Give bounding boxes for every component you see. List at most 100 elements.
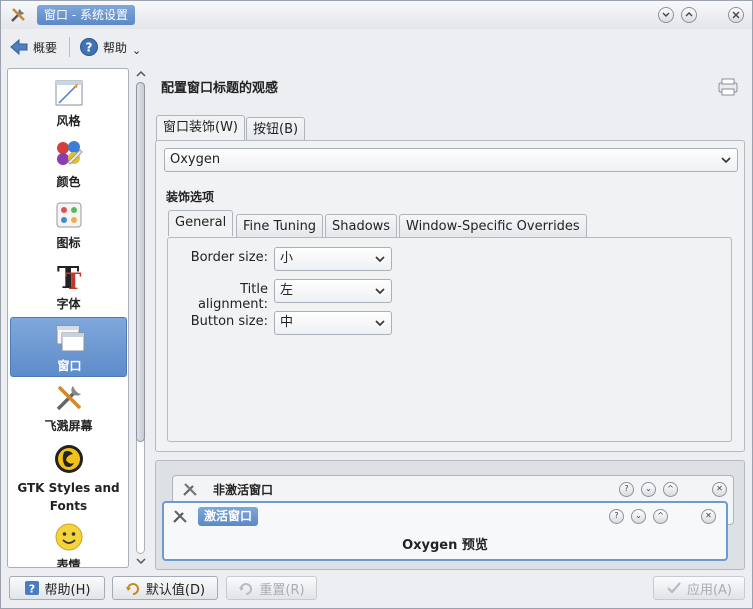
help-button-label: 帮助(H) (44, 582, 91, 598)
tab-window-specific-overrides[interactable]: Window-Specific Overrides (399, 214, 587, 238)
chevron-up-icon: ^ (653, 509, 668, 524)
page-title: 配置窗口标题的观感 (161, 81, 279, 96)
sidebar-item-label: 风格 (56, 114, 81, 128)
maximize-button[interactable] (681, 7, 697, 23)
decoration-select[interactable]: Oxygen (164, 148, 738, 172)
sidebar-item-gtk[interactable]: GTK Styles and Fonts (10, 439, 127, 515)
scroll-thumb[interactable] (136, 82, 145, 442)
help-icon: ? (619, 482, 634, 497)
tools-icon (173, 510, 187, 523)
border-size-select[interactable]: 小 (274, 247, 392, 271)
button-size-select[interactable]: 中 (274, 311, 392, 335)
back-arrow-icon (10, 38, 28, 56)
sidebar-scrollbar[interactable] (132, 68, 150, 568)
overview-label: 概要 (33, 40, 58, 55)
sidebar-item-label: GTK Styles and Fonts (17, 481, 120, 513)
decoration-select-value: Oxygen (170, 152, 221, 167)
system-settings-window: 窗口 - 系统设置 概要 ? 帮助 ⌄ 风格 颜色 图标 T T 字体 窗口 飞… (0, 0, 753, 609)
sidebar-item-splash-screen[interactable]: 飞溅屏幕 (10, 378, 127, 438)
gtk-icon (55, 445, 83, 473)
tab-shadows[interactable]: Shadows (325, 214, 398, 238)
reset-button[interactable]: 重置(R) (226, 576, 317, 600)
tab-buttons[interactable]: 按钮(B) (246, 117, 306, 141)
help-label: 帮助 (103, 40, 128, 55)
inactive-window-title: 非激活窗口 (213, 483, 274, 497)
chevron-down-icon (375, 256, 385, 263)
title-alignment-label: Title alignment: (197, 282, 268, 312)
border-size-value: 小 (280, 251, 294, 266)
font-icon: T T (57, 261, 82, 292)
sidebar-item-label: 飞溅屏幕 (44, 419, 93, 433)
button-size-label: Button size: (190, 314, 268, 329)
reset-button-label: 重置(R) (259, 582, 305, 598)
scroll-up-icon[interactable] (135, 69, 147, 79)
close-icon (732, 11, 740, 19)
chevron-up-icon (685, 12, 693, 17)
toolbar: 概要 ? 帮助 ⌄ (1, 29, 752, 65)
title-alignment-value: 左 (280, 283, 294, 298)
defaults-button[interactable]: 默认值(D) (112, 576, 218, 600)
icons-icon (56, 202, 82, 228)
splash-screen-icon (56, 385, 82, 411)
sidebar-item-label: 字体 (56, 297, 81, 311)
sidebar-item-colors[interactable]: 颜色 (10, 134, 127, 194)
checkmark-icon (667, 582, 681, 594)
border-size-label: Border size: (190, 250, 268, 265)
sidebar-item-window[interactable]: 窗口 (10, 317, 127, 377)
preview-caption: Oxygen 预览 (402, 538, 488, 553)
close-icon: ✕ (701, 509, 716, 524)
sidebar-item-style[interactable]: 风格 (10, 73, 127, 133)
sidebar-item-icons[interactable]: 图标 (10, 195, 127, 255)
chevron-down-icon (375, 288, 385, 295)
svg-text:?: ? (28, 583, 34, 596)
title-bar[interactable]: 窗口 - 系统设置 (1, 1, 752, 29)
chevron-down-icon: ⌄ (631, 509, 646, 524)
sidebar-item-label: 颜色 (56, 175, 81, 189)
scroll-down-icon[interactable] (135, 556, 147, 566)
style-icon (55, 80, 83, 106)
help-icon: ? (609, 509, 624, 524)
chevron-up-icon: ^ (663, 482, 678, 497)
svg-text:?: ? (86, 41, 93, 55)
window-title: 窗口 - 系统设置 (37, 5, 135, 25)
close-button[interactable] (728, 7, 744, 23)
active-window-title: 激活窗口 (198, 507, 259, 526)
category-sidebar[interactable]: 风格 颜色 图标 T T 字体 窗口 飞溅屏幕 GTK Styles and F… (7, 68, 129, 568)
general-panel: Border size: 小 Title alignment: 左 Button… (167, 237, 732, 442)
decoration-panel: Oxygen 装饰选项 General Fine Tuning Shadows … (155, 140, 745, 452)
help-menu-button[interactable]: ? 帮助 ⌄ (79, 35, 141, 59)
reset-arrow-icon (125, 583, 139, 595)
tools-icon[interactable] (9, 6, 27, 24)
overview-button[interactable]: 概要 (9, 35, 57, 59)
title-alignment-select[interactable]: 左 (274, 279, 392, 303)
tab-general[interactable]: General (168, 210, 234, 236)
button-size-value: 中 (280, 315, 294, 330)
minimize-button[interactable] (658, 7, 674, 23)
tab-window-decorations[interactable]: 窗口装饰(W) (156, 115, 245, 141)
apply-button[interactable]: 应用(A) (653, 576, 745, 600)
tools-icon (183, 483, 197, 496)
close-icon: ✕ (712, 482, 727, 497)
toolbar-separator (69, 37, 70, 57)
decoration-preview: 非激活窗口 ? ⌄ ^ ✕ 激活窗口 ? ⌄ ^ ✕ Oxygen 预览 (155, 460, 745, 570)
svg-text:T: T (65, 269, 82, 292)
color-palette-icon (57, 141, 83, 165)
help-icon: ? (80, 38, 98, 56)
window-icon (56, 325, 85, 352)
chevron-down-icon: ⌄ (132, 43, 142, 57)
sidebar-item-fonts[interactable]: T T 字体 (10, 256, 127, 316)
emoticon-icon (55, 523, 83, 551)
sidebar-item-label: 图标 (56, 236, 81, 250)
undo-icon (239, 583, 253, 595)
tab-fine-tuning[interactable]: Fine Tuning (236, 214, 324, 238)
chevron-down-icon (721, 157, 731, 164)
apply-button-label: 应用(A) (686, 582, 733, 598)
active-window-preview: 激活窗口 ? ⌄ ^ ✕ Oxygen 预览 (162, 501, 728, 561)
help-button[interactable]: ? 帮助(H) (9, 576, 105, 600)
sidebar-item-emoticons[interactable]: 表情 (10, 517, 127, 567)
defaults-button-label: 默认值(D) (145, 582, 206, 598)
help-icon: ? (24, 581, 39, 596)
options-heading: 装饰选项 (166, 190, 215, 204)
printer-icon[interactable] (717, 77, 739, 97)
chevron-down-icon: ⌄ (641, 482, 656, 497)
